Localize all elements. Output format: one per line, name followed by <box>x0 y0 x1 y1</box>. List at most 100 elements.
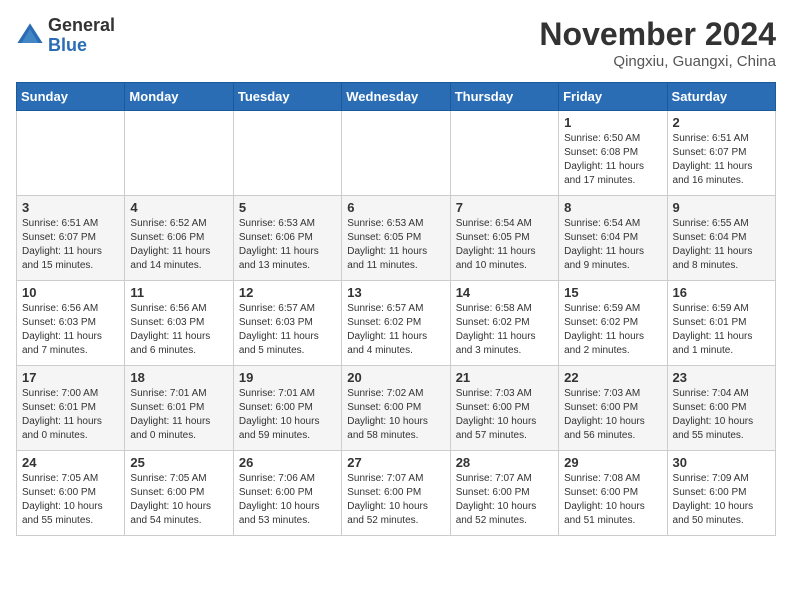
calendar-cell: 26Sunrise: 7:06 AM Sunset: 6:00 PM Dayli… <box>233 451 341 536</box>
day-number: 8 <box>564 200 661 215</box>
day-detail: Sunrise: 6:54 AM Sunset: 6:05 PM Dayligh… <box>456 217 553 273</box>
week-row-2: 3Sunrise: 6:51 AM Sunset: 6:07 PM Daylig… <box>17 196 776 281</box>
day-detail: Sunrise: 7:01 AM Sunset: 6:01 PM Dayligh… <box>130 387 227 443</box>
day-number: 2 <box>673 115 770 130</box>
calendar-cell: 28 Sunrise: 7:07 AM Sunset: 6:00 PM Dayli… <box>450 451 558 536</box>
day-number: 18 <box>130 370 227 385</box>
calendar-table: SundayMondayTuesdayWednesdayThursdayFrid… <box>16 82 776 536</box>
weekday-header-saturday: Saturday <box>667 83 775 111</box>
calendar-cell: 6 Sunrise: 6:53 AM Sunset: 6:05 PM Daylig… <box>342 196 450 281</box>
calendar-cell: 12 Sunrise: 6:57 AM Sunset: 6:03 PM Dayli… <box>233 281 341 366</box>
calendar-cell: 5 Sunrise: 6:53 AM Sunset: 6:06 PM Daylig… <box>233 196 341 281</box>
weekday-header-row: SundayMondayTuesdayWednesdayThursdayFrid… <box>17 83 776 111</box>
weekday-header-thursday: Thursday <box>450 83 558 111</box>
day-detail: Sunrise: 7:08 AM Sunset: 6:00 PM Dayligh… <box>564 472 661 528</box>
calendar-cell: 8 Sunrise: 6:54 AM Sunset: 6:04 PM Daylig… <box>559 196 667 281</box>
week-row-3: 10 Sunrise: 6:56 AM Sunset: 6:03 PM Dayli… <box>17 281 776 366</box>
weekday-header-wednesday: Wednesday <box>342 83 450 111</box>
day-number: 10 <box>22 285 119 300</box>
calendar-cell: 27 Sunrise: 7:07 AM Sunset: 6:00 PM Dayli… <box>342 451 450 536</box>
day-detail: Sunrise: 6:58 AM Sunset: 6:02 PM Dayligh… <box>456 302 553 358</box>
day-number: 29 <box>564 455 661 470</box>
day-number: 21 <box>456 370 553 385</box>
calendar-cell: 22 Sunrise: 7:03 AM Sunset: 6:00 PM Dayli… <box>559 366 667 451</box>
day-detail: Sunrise: 6:56 AM Sunset: 6:03 PM Dayligh… <box>22 302 119 358</box>
calendar-cell: 16 Sunrise: 6:59 AM Sunset: 6:01 PM Dayli… <box>667 281 775 366</box>
day-detail: Sunrise: 7:09 AM Sunset: 6:00 PM Dayligh… <box>673 472 770 528</box>
calendar-cell: 13 Sunrise: 6:57 AM Sunset: 6:02 PM Dayli… <box>342 281 450 366</box>
calendar-cell: 14 Sunrise: 6:58 AM Sunset: 6:02 PM Dayli… <box>450 281 558 366</box>
day-number: 1 <box>564 115 661 130</box>
day-detail: Sunrise: 7:01 AM Sunset: 6:00 PM Dayligh… <box>239 387 336 443</box>
day-number: 17 <box>22 370 119 385</box>
week-row-5: 24 Sunrise: 7:05 AM Sunset: 6:00 PM Dayli… <box>17 451 776 536</box>
day-number: 30 <box>673 455 770 470</box>
calendar-cell: 18 Sunrise: 7:01 AM Sunset: 6:01 PM Dayli… <box>125 366 233 451</box>
title-block: November 2024 Qingxiu, Guangxi, China <box>539 16 776 70</box>
logo-icon <box>16 22 44 50</box>
location: Qingxiu, Guangxi, China <box>539 53 776 70</box>
day-number: 12 <box>239 285 336 300</box>
calendar-cell: 2 Sunrise: 6:51 AM Sunset: 6:07 PM Daylig… <box>667 111 775 196</box>
day-number: 19 <box>239 370 336 385</box>
day-number: 9 <box>673 200 770 215</box>
calendar-cell: 29 Sunrise: 7:08 AM Sunset: 6:00 PM Dayli… <box>559 451 667 536</box>
calendar-cell: 9 Sunrise: 6:55 AM Sunset: 6:04 PM Daylig… <box>667 196 775 281</box>
calendar-cell: 10 Sunrise: 6:56 AM Sunset: 6:03 PM Dayli… <box>17 281 125 366</box>
day-number: 6 <box>347 200 444 215</box>
logo-general-text: General <box>48 15 115 35</box>
weekday-header-tuesday: Tuesday <box>233 83 341 111</box>
day-number: 3 <box>22 200 119 215</box>
week-row-1: 1Sunrise: 6:50 AM Sunset: 6:08 PM Daylig… <box>17 111 776 196</box>
day-number: 15 <box>564 285 661 300</box>
day-detail: Sunrise: 6:57 AM Sunset: 6:02 PM Dayligh… <box>347 302 444 358</box>
day-detail: Sunrise: 7:06 AM Sunset: 6:00 PM Dayligh… <box>239 472 336 528</box>
day-number: 27 <box>347 455 444 470</box>
logo: General Blue <box>16 16 115 56</box>
calendar-cell: 1Sunrise: 6:50 AM Sunset: 6:08 PM Daylig… <box>559 111 667 196</box>
day-detail: Sunrise: 7:07 AM Sunset: 6:00 PM Dayligh… <box>456 472 553 528</box>
day-detail: Sunrise: 6:51 AM Sunset: 6:07 PM Dayligh… <box>673 132 770 188</box>
calendar-cell: 17Sunrise: 7:00 AM Sunset: 6:01 PM Dayli… <box>17 366 125 451</box>
day-number: 4 <box>130 200 227 215</box>
day-number: 16 <box>673 285 770 300</box>
day-detail: Sunrise: 7:05 AM Sunset: 6:00 PM Dayligh… <box>130 472 227 528</box>
calendar-cell: 4Sunrise: 6:52 AM Sunset: 6:06 PM Daylig… <box>125 196 233 281</box>
calendar-cell: 20 Sunrise: 7:02 AM Sunset: 6:00 PM Dayli… <box>342 366 450 451</box>
day-number: 5 <box>239 200 336 215</box>
day-number: 22 <box>564 370 661 385</box>
day-detail: Sunrise: 7:03 AM Sunset: 6:00 PM Dayligh… <box>456 387 553 443</box>
calendar-cell <box>125 111 233 196</box>
day-detail: Sunrise: 6:54 AM Sunset: 6:04 PM Dayligh… <box>564 217 661 273</box>
calendar-cell: 23Sunrise: 7:04 AM Sunset: 6:00 PM Dayli… <box>667 366 775 451</box>
day-number: 14 <box>456 285 553 300</box>
day-detail: Sunrise: 7:04 AM Sunset: 6:00 PM Dayligh… <box>673 387 770 443</box>
calendar-cell: 19 Sunrise: 7:01 AM Sunset: 6:00 PM Dayli… <box>233 366 341 451</box>
day-detail: Sunrise: 7:03 AM Sunset: 6:00 PM Dayligh… <box>564 387 661 443</box>
day-detail: Sunrise: 6:59 AM Sunset: 6:01 PM Dayligh… <box>673 302 770 358</box>
page-header: General Blue November 2024 Qingxiu, Guan… <box>16 16 776 70</box>
day-detail: Sunrise: 6:57 AM Sunset: 6:03 PM Dayligh… <box>239 302 336 358</box>
day-detail: Sunrise: 6:59 AM Sunset: 6:02 PM Dayligh… <box>564 302 661 358</box>
day-number: 11 <box>130 285 227 300</box>
calendar-cell: 30 Sunrise: 7:09 AM Sunset: 6:00 PM Dayli… <box>667 451 775 536</box>
day-detail: Sunrise: 7:05 AM Sunset: 6:00 PM Dayligh… <box>22 472 119 528</box>
day-detail: Sunrise: 7:02 AM Sunset: 6:00 PM Dayligh… <box>347 387 444 443</box>
day-detail: Sunrise: 7:07 AM Sunset: 6:00 PM Dayligh… <box>347 472 444 528</box>
day-number: 24 <box>22 455 119 470</box>
day-number: 13 <box>347 285 444 300</box>
weekday-header-friday: Friday <box>559 83 667 111</box>
day-detail: Sunrise: 6:53 AM Sunset: 6:05 PM Dayligh… <box>347 217 444 273</box>
day-number: 20 <box>347 370 444 385</box>
logo-blue-text: Blue <box>48 35 87 55</box>
day-detail: Sunrise: 6:55 AM Sunset: 6:04 PM Dayligh… <box>673 217 770 273</box>
calendar-cell: 3Sunrise: 6:51 AM Sunset: 6:07 PM Daylig… <box>17 196 125 281</box>
day-number: 28 <box>456 455 553 470</box>
calendar-cell: 15 Sunrise: 6:59 AM Sunset: 6:02 PM Dayli… <box>559 281 667 366</box>
weekday-header-sunday: Sunday <box>17 83 125 111</box>
month-title: November 2024 <box>539 16 776 53</box>
calendar-cell: 7Sunrise: 6:54 AM Sunset: 6:05 PM Daylig… <box>450 196 558 281</box>
calendar-cell: 21 Sunrise: 7:03 AM Sunset: 6:00 PM Dayli… <box>450 366 558 451</box>
day-detail: Sunrise: 6:53 AM Sunset: 6:06 PM Dayligh… <box>239 217 336 273</box>
week-row-4: 17Sunrise: 7:00 AM Sunset: 6:01 PM Dayli… <box>17 366 776 451</box>
